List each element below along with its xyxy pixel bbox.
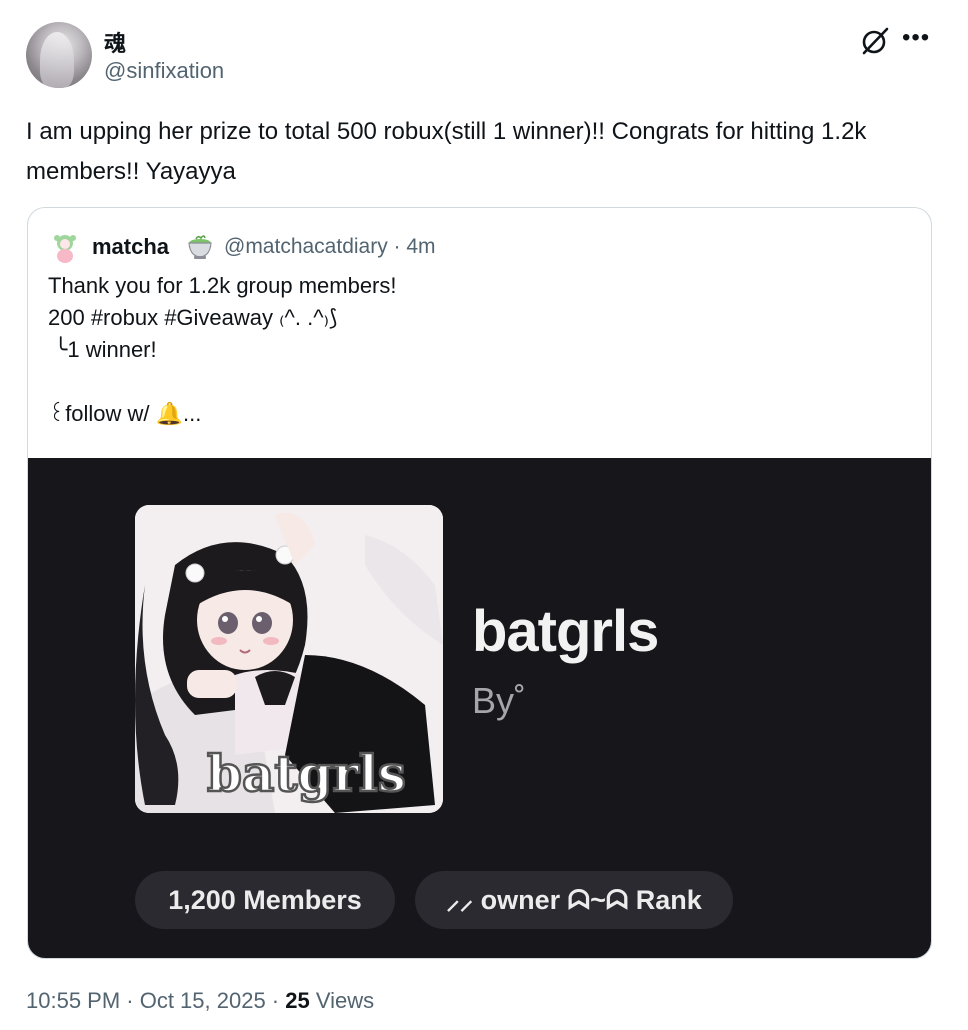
author-handle[interactable]: @sinfixation — [104, 58, 224, 84]
author-avatar[interactable] — [26, 22, 92, 88]
group-card-image[interactable]: batgrls batgrls By˚ 1,200 Members ⸝⸝ own… — [28, 458, 931, 958]
rank-pill: ⸝⸝ owner ᗣ~ᗣ Rank — [415, 871, 733, 929]
avatar-figure — [40, 32, 74, 88]
grok-slash-icon[interactable] — [858, 24, 892, 58]
quote-avatar-icon[interactable] — [50, 232, 80, 264]
tweet-meta: 10:55 PM · Oct 15, 2025 · 25 Views — [26, 988, 374, 1014]
views-count[interactable]: 25 — [285, 988, 309, 1013]
quoted-tweet[interactable]: matcha @matchacatdiary · 4m Thank you fo… — [27, 207, 932, 959]
author-display-name[interactable]: 魂 — [104, 26, 126, 58]
quote-handle-time[interactable]: @matchacatdiary · 4m — [224, 235, 436, 259]
group-name: batgrls — [472, 599, 659, 664]
group-by-label: By˚ — [472, 680, 526, 721]
thumbnail-caption-text: batgrls — [207, 744, 406, 803]
matcha-bowl-icon — [188, 235, 212, 259]
more-horizontal-icon[interactable]: ••• — [902, 26, 934, 56]
tweet-text: I am upping her prize to total 500 robux… — [26, 118, 867, 185]
group-thumbnail-caption: batgrls — [206, 743, 407, 805]
views-label: Views — [309, 988, 375, 1013]
group-thumbnail: batgrls — [135, 505, 443, 813]
timestamp[interactable]: 10:55 PM · Oct 15, 2025 · — [26, 988, 285, 1013]
quote-text: Thank you for 1.2k group members! 200 #r… — [48, 273, 397, 426]
members-pill: 1,200 Members — [135, 871, 395, 929]
quote-display-name[interactable]: matcha — [92, 234, 169, 260]
